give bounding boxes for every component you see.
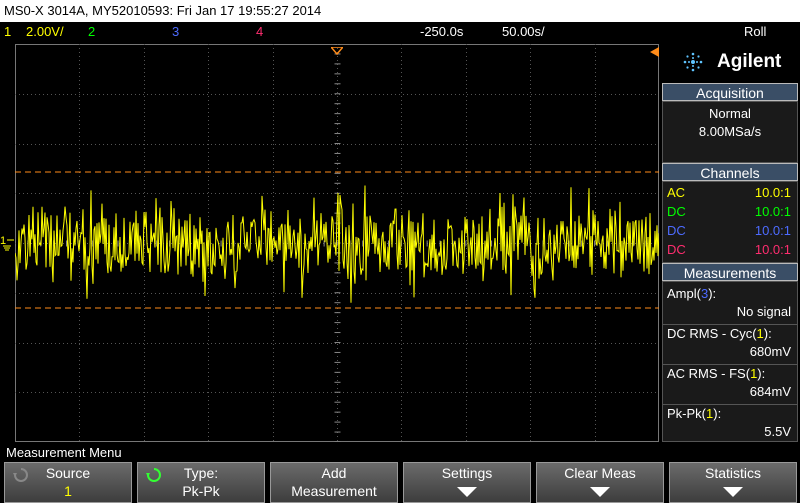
ch2-number[interactable]: 2 <box>88 22 95 42</box>
softkey-label: Type: <box>183 465 219 481</box>
ch1-scale[interactable]: 2.00V/ <box>26 22 64 42</box>
channel-coupling: AC <box>667 185 686 200</box>
graticule <box>15 44 659 442</box>
softkey-bar: Source 1 Type: Pk-Pk Add Measurement Set… <box>0 462 800 503</box>
source-softkey[interactable]: Source 1 <box>4 462 132 503</box>
channel-coupling: DC <box>667 223 686 238</box>
measurement-value: 680mV <box>749 344 791 359</box>
ch3-number[interactable]: 3 <box>172 22 179 42</box>
waveform-display[interactable] <box>15 44 659 442</box>
type-softkey[interactable]: Type: Pk-Pk <box>137 462 265 503</box>
channel-probe: 10.0:1 <box>754 242 791 257</box>
measurement-value: 684mV <box>749 384 791 399</box>
info-panel: Agilent Acquisition Normal 8.00MSa/s Cha… <box>660 44 800 442</box>
add-measurement-softkey[interactable]: Add Measurement <box>270 462 398 503</box>
window-title: MS0-X 3014A, MY52010593: Fri Jan 17 19:5… <box>0 0 800 22</box>
measurement-value: 5.5V <box>764 424 791 439</box>
agilent-spark-icon <box>683 52 703 72</box>
sample-rate: 8.00MSa/s <box>698 124 762 139</box>
softkey-label: Statistics <box>704 465 761 481</box>
measurement-label: DC RMS - Cyc(1): <box>667 326 772 341</box>
channel-probe: 10.0:1 <box>754 204 791 219</box>
submenu-arrow-icon <box>457 487 477 497</box>
channel-row: AC 10.0:1 <box>667 184 791 202</box>
softkey-label: Settings <box>441 465 493 481</box>
softkey-label: Source <box>45 465 91 481</box>
measurement-label: AC RMS - FS(1): <box>667 366 766 381</box>
measurement-label: Ampl(3): <box>667 286 717 301</box>
trigger-marker-icon[interactable] <box>329 42 345 56</box>
ch1-number[interactable]: 1 <box>4 22 11 42</box>
acquisition-mode-value: Normal <box>709 106 751 121</box>
submenu-arrow-icon <box>590 487 610 497</box>
measurement-value: No signal <box>736 304 791 319</box>
submenu-arrow-icon <box>723 487 743 497</box>
channel-probe: 10.0:1 <box>754 185 791 200</box>
statistics-softkey[interactable]: Statistics <box>669 462 797 503</box>
ch4-number[interactable]: 4 <box>256 22 263 42</box>
timebase-scale[interactable]: 50.00s/ <box>502 22 545 42</box>
channels-section: AC 10.0:1 DC 10.0:1 DC 10.0:1 DC 10.0:1 <box>662 181 798 263</box>
measurement-label: Pk-Pk(1): <box>667 406 722 421</box>
acquisition-header: Acquisition <box>662 83 798 101</box>
acquisition-section: Normal 8.00MSa/s <box>662 101 798 163</box>
measurements-header: Measurements <box>662 263 798 281</box>
channel-coupling: DC <box>667 204 686 219</box>
agilent-logo: Agilent <box>662 44 798 80</box>
ground-icon[interactable]: 1 <box>0 234 15 254</box>
softkey-label: Add <box>321 465 347 481</box>
channel-row: DC 10.0:1 <box>667 222 791 240</box>
clear-meas-softkey[interactable]: Clear Meas <box>536 462 664 503</box>
channel-coupling: DC <box>667 242 686 257</box>
softkey-value: 1 <box>64 483 72 499</box>
measurements-section: Ampl(3): No signal DC RMS - Cyc(1): 680m… <box>662 281 798 442</box>
channel-probe: 10.0:1 <box>754 223 791 238</box>
svg-text:1: 1 <box>0 235 6 247</box>
roll-marker-icon <box>650 44 659 57</box>
status-bar: 1 2.00V/ 2 3 4 -250.0s 50.00s/ Roll <box>0 22 800 42</box>
brand-name: Agilent <box>717 51 782 72</box>
softkey-label: Clear Meas <box>564 465 636 481</box>
channel-row: DC 10.0:1 <box>667 203 791 221</box>
settings-softkey[interactable]: Settings <box>403 462 531 503</box>
menu-title: Measurement Menu <box>0 444 800 462</box>
channel-row: DC 10.0:1 <box>667 241 791 259</box>
softkey-value: Pk-Pk <box>182 483 220 499</box>
channels-header: Channels <box>662 163 798 181</box>
softkey-label-2: Measurement <box>291 483 377 499</box>
horizontal-delay[interactable]: -250.0s <box>420 22 463 42</box>
acquisition-mode: Roll <box>744 24 767 39</box>
